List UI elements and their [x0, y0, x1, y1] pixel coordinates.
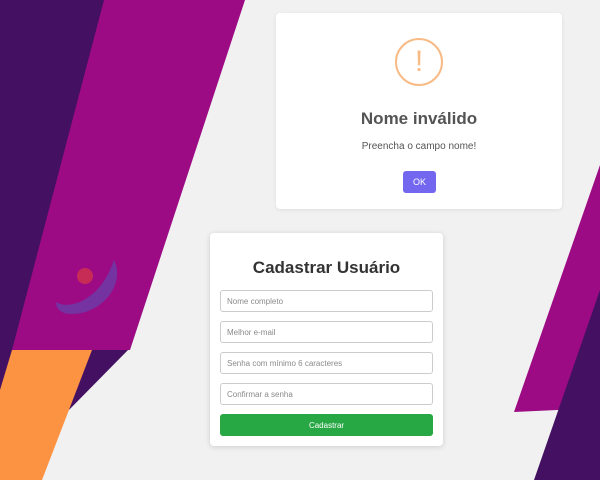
- password-input[interactable]: [220, 352, 433, 374]
- alert-message: Preencha o campo nome!: [361, 141, 477, 152]
- register-button[interactable]: Cadastrar: [220, 414, 433, 436]
- confirm-password-input[interactable]: [220, 383, 433, 405]
- alert-title: Nome inválido: [360, 109, 478, 128]
- alert-modal: ! Nome inválido Preencha o campo nome! O…: [276, 13, 562, 209]
- register-title: Cadastrar Usuário: [252, 258, 401, 277]
- email-input[interactable]: [220, 321, 433, 343]
- bg-orange-band: [0, 350, 92, 480]
- full-name-input[interactable]: [220, 290, 433, 312]
- ok-button[interactable]: OK: [403, 171, 436, 193]
- brand-logo-icon: [56, 260, 118, 314]
- register-card: Cadastrar Usuário Cadastrar: [210, 233, 443, 446]
- warning-exclamation-icon: !: [395, 38, 443, 86]
